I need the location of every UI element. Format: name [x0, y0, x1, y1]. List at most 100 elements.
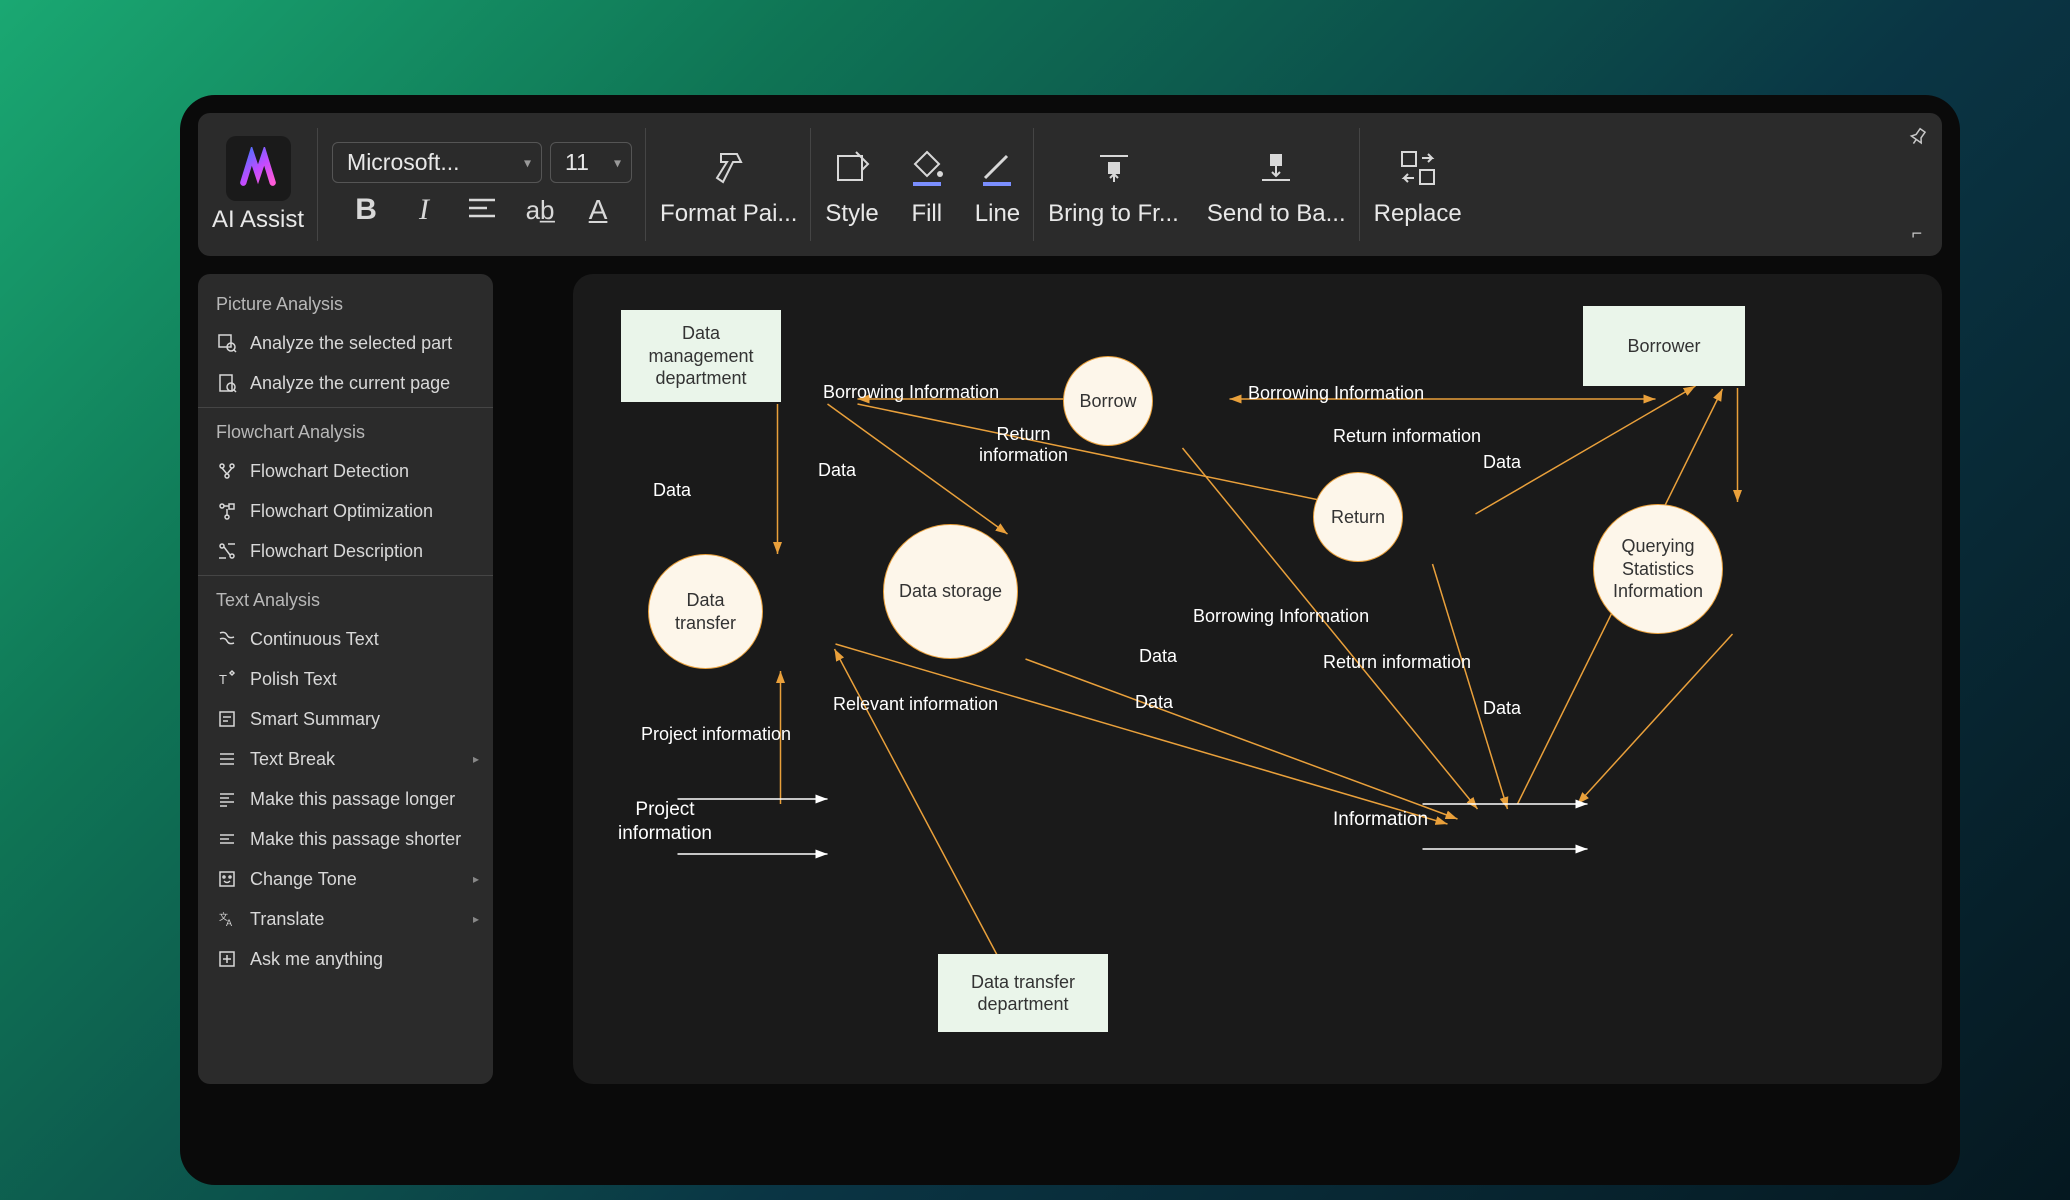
edge-label: Borrowing Information: [823, 382, 999, 403]
align-button[interactable]: [464, 193, 500, 227]
font-name-dropdown[interactable]: Microsoft...: [332, 142, 542, 183]
fill-button[interactable]: Fill: [893, 113, 961, 256]
sidebar-item-break[interactable]: Text Break ▸: [198, 739, 493, 779]
font-size-dropdown[interactable]: 11: [550, 142, 632, 183]
edge-label: Return information: [979, 424, 1068, 466]
longer-icon: [216, 788, 238, 810]
edge-label: Data: [818, 460, 856, 481]
sidebar-item-label: Make this passage longer: [250, 789, 455, 810]
sidebar-item-flow-detect[interactable]: Flowchart Detection: [198, 451, 493, 491]
collapse-icon[interactable]: ⌐: [1911, 223, 1922, 244]
canvas-label: Information: [1333, 808, 1428, 832]
sidebar-item-analyze-page[interactable]: Analyze the current page: [198, 363, 493, 403]
edge-label: Relevant information: [833, 694, 998, 715]
flowchart-circle-data_transfer[interactable]: Data transfer: [648, 554, 763, 669]
sidebar-item-flow-opt[interactable]: Flowchart Optimization: [198, 491, 493, 531]
sidebar-item-label: Polish Text: [250, 669, 337, 690]
edge-label: Project information: [641, 724, 791, 745]
format-painter-button[interactable]: Format Pai...: [646, 113, 811, 256]
send-to-back-button[interactable]: Send to Ba...: [1193, 113, 1360, 256]
translate-icon: 文A: [216, 908, 238, 930]
line-button[interactable]: Line: [961, 113, 1034, 256]
cont-text-icon: [216, 628, 238, 650]
sidebar-item-analyze-sel[interactable]: Analyze the selected part: [198, 323, 493, 363]
sidebar-item-polish[interactable]: T Polish Text: [198, 659, 493, 699]
edge-label: Data: [1135, 692, 1173, 713]
app-window: AI Assist Microsoft... 11 B I ab̲ A Form…: [180, 95, 1960, 1185]
ai-assist-logo-icon: [226, 136, 291, 201]
sidebar-item-label: Flowchart Detection: [250, 461, 409, 482]
font-color-button[interactable]: A: [580, 194, 616, 226]
edge-label: Return information: [1323, 652, 1471, 673]
sidebar-item-label: Change Tone: [250, 869, 357, 890]
sidebar-section-header: Text Analysis: [198, 580, 493, 619]
sidebar-item-label: Ask me anything: [250, 949, 383, 970]
sidebar-item-label: Flowchart Description: [250, 541, 423, 562]
sidebar-item-label: Translate: [250, 909, 324, 930]
ask-icon: [216, 948, 238, 970]
sidebar-item-ask[interactable]: Ask me anything: [198, 939, 493, 979]
analyze-page-icon: [216, 372, 238, 394]
polish-icon: T: [216, 668, 238, 690]
style-button[interactable]: Style: [811, 113, 892, 256]
edge-label: Data: [1483, 452, 1521, 473]
sidebar-item-cont-text[interactable]: Continuous Text: [198, 619, 493, 659]
text-case-button[interactable]: ab̲: [522, 195, 558, 226]
sidebar-item-longer[interactable]: Make this passage longer: [198, 779, 493, 819]
flowchart-circle-querying[interactable]: Querying Statistics Information: [1593, 504, 1723, 634]
edge-label: Borrowing Information: [1193, 606, 1369, 627]
flow-desc-icon: [216, 540, 238, 562]
flowchart-circle-data_storage[interactable]: Data storage: [883, 524, 1018, 659]
svg-text:A: A: [226, 918, 232, 928]
flowchart-rect-data_mgmt[interactable]: Data management department: [621, 310, 781, 402]
sidebar-item-label: Make this passage shorter: [250, 829, 461, 850]
analyze-sel-icon: [216, 332, 238, 354]
ai-assist-group[interactable]: AI Assist: [198, 113, 318, 256]
flow-opt-icon: [216, 500, 238, 522]
sidebar-item-shorter[interactable]: Make this passage shorter: [198, 819, 493, 859]
tone-icon: [216, 868, 238, 890]
bring-to-front-button[interactable]: Bring to Fr...: [1034, 113, 1193, 256]
edge-label: Return information: [1333, 426, 1481, 447]
ai-sidebar-panel: Picture Analysis Analyze the selected par…: [198, 274, 493, 1084]
flowchart-canvas[interactable]: Data management department Borrower Data t…: [573, 274, 1942, 1084]
edge-label: Data: [1483, 698, 1521, 719]
svg-text:T: T: [219, 672, 227, 687]
flowchart-circle-return[interactable]: Return: [1313, 472, 1403, 562]
canvas-label: Project information: [618, 798, 712, 846]
italic-button[interactable]: I: [406, 193, 442, 227]
fill-icon: [907, 142, 947, 194]
bring-front-icon: [1094, 142, 1134, 194]
font-group: Microsoft... 11 B I ab̲ A: [318, 113, 646, 256]
ai-assist-label: AI Assist: [212, 206, 304, 234]
sidebar-item-label: Flowchart Optimization: [250, 501, 433, 522]
chevron-right-icon: ▸: [473, 752, 479, 766]
sidebar-section-header: Picture Analysis: [198, 284, 493, 323]
break-icon: [216, 748, 238, 770]
flowchart-rect-borrower[interactable]: Borrower: [1583, 306, 1745, 386]
summary-icon: [216, 708, 238, 730]
sidebar-item-label: Analyze the current page: [250, 373, 450, 394]
replace-button[interactable]: Replace: [1360, 113, 1476, 256]
sidebar-item-summary[interactable]: Smart Summary: [198, 699, 493, 739]
pin-icon[interactable]: [1908, 127, 1928, 152]
line-icon: [977, 142, 1017, 194]
sidebar-item-label: Text Break: [250, 749, 335, 770]
edge-label: Data: [653, 480, 691, 501]
send-back-icon: [1256, 142, 1296, 194]
sidebar-item-flow-desc[interactable]: Flowchart Description: [198, 531, 493, 571]
edge-label: Data: [1139, 646, 1177, 667]
bold-button[interactable]: B: [348, 193, 384, 227]
shorter-icon: [216, 828, 238, 850]
format-painter-icon: [709, 142, 749, 194]
sidebar-item-label: Analyze the selected part: [250, 333, 452, 354]
flow-detect-icon: [216, 460, 238, 482]
sidebar-item-translate[interactable]: 文ATranslate▸: [198, 899, 493, 939]
toolbar: AI Assist Microsoft... 11 B I ab̲ A Form…: [198, 113, 1942, 256]
sidebar-item-tone[interactable]: Change Tone ▸: [198, 859, 493, 899]
flowchart-rect-data_transfer_dept[interactable]: Data transfer department: [938, 954, 1108, 1032]
chevron-right-icon: ▸: [473, 872, 479, 886]
flowchart-circle-borrow[interactable]: Borrow: [1063, 356, 1153, 446]
sidebar-item-label: Continuous Text: [250, 629, 379, 650]
style-icon: [832, 142, 872, 194]
